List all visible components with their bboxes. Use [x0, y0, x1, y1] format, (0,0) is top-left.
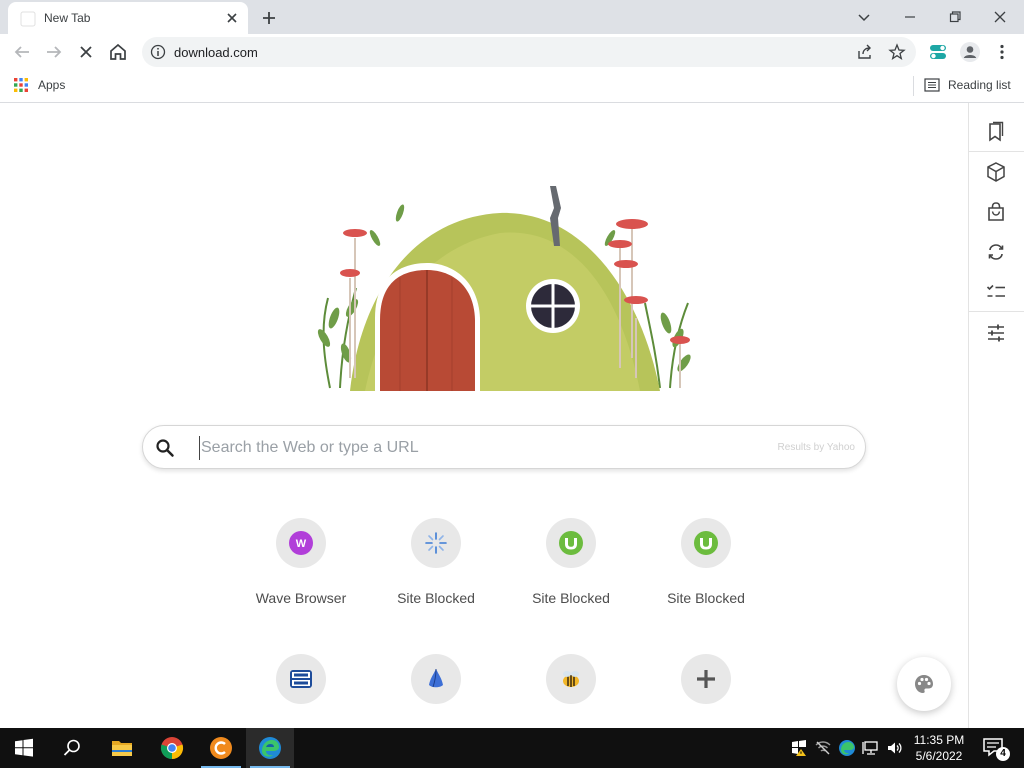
- shortcut-label: Site Blocked: [532, 590, 610, 606]
- start-icon: [15, 738, 33, 757]
- bookmarks-divider: [913, 76, 914, 96]
- extension-icon[interactable]: [926, 40, 950, 64]
- shortcut-icon-circle: [276, 654, 326, 704]
- checklist-icon[interactable]: [985, 281, 1007, 303]
- taskbar-chrome[interactable]: [148, 728, 196, 768]
- tab-new-tab[interactable]: New Tab: [8, 2, 248, 34]
- bookmark-star-icon[interactable]: [888, 43, 906, 61]
- tab-search-icon[interactable]: [852, 5, 876, 29]
- new-tab-button[interactable]: [258, 7, 280, 29]
- shortcut-icon-circle: W: [276, 518, 326, 568]
- defender-warning-icon[interactable]: [790, 739, 808, 757]
- free-mp3-icon: [290, 670, 312, 688]
- hobbit-house-illustration: [317, 186, 691, 391]
- action-center-button[interactable]: 4: [982, 737, 1010, 761]
- taskbar-search-button[interactable]: [48, 728, 96, 768]
- edge-tray-icon[interactable]: [838, 739, 856, 757]
- search-icon: [63, 739, 80, 756]
- chrome-icon: [160, 737, 184, 760]
- ccleaner-icon: [210, 737, 232, 759]
- forward-icon[interactable]: [42, 40, 66, 64]
- clock-date: 5/6/2022: [915, 749, 963, 763]
- shortcut-label: Site Blocked: [397, 590, 475, 606]
- side-panel-divider: [969, 311, 1024, 312]
- shortcut-icon-circle: [411, 518, 461, 568]
- menu-kebab-icon[interactable]: [990, 40, 1014, 64]
- web-search-box: Results by Yahoo: [142, 425, 866, 469]
- add-shortcut-icon: [697, 670, 715, 688]
- taskbar-file-explorer[interactable]: [98, 728, 146, 768]
- shortcut-icon-circle: [411, 654, 461, 704]
- windows-taskbar: 11:35 PM 5/6/2022 4: [0, 728, 1024, 768]
- reading-list-icon[interactable]: [924, 78, 940, 92]
- shortcut-icon-circle: [546, 654, 596, 704]
- bookmarks-bar: Apps Reading list: [0, 70, 1024, 103]
- bookmark-icon[interactable]: [985, 121, 1007, 143]
- tab-title: New Tab: [44, 11, 91, 25]
- reading-list-link[interactable]: Reading list: [948, 78, 1011, 92]
- minimize-icon[interactable]: [898, 5, 922, 29]
- apps-link[interactable]: Apps: [38, 78, 65, 92]
- tab-strip: New Tab: [0, 0, 1024, 34]
- cube-icon[interactable]: [985, 161, 1007, 183]
- svg-text:W: W: [296, 538, 307, 550]
- shortcut-icon-circle: [546, 518, 596, 568]
- new-tab-page: Results by Yahoo W Wave Browser: [0, 103, 968, 728]
- shopping-bag-icon[interactable]: [985, 201, 1007, 223]
- shortcut-icon-circle: [681, 654, 731, 704]
- start-button[interactable]: [0, 728, 48, 768]
- profile-avatar-icon[interactable]: [958, 40, 982, 64]
- site-info-icon[interactable]: [150, 44, 166, 60]
- system-clock[interactable]: 11:35 PM 5/6/2022: [906, 732, 972, 764]
- utorrent-icon: [694, 531, 718, 555]
- tab-favicon-icon: [20, 11, 36, 27]
- browser-toolbar: download.com: [0, 34, 1024, 70]
- shortcut-label: Site Blocked: [667, 590, 745, 606]
- refresh-icon[interactable]: [985, 241, 1007, 263]
- blue-app-icon: [429, 668, 443, 688]
- bee-app-icon: [563, 671, 579, 687]
- taskbar-ccleaner[interactable]: [197, 728, 245, 768]
- notification-count-badge: 4: [996, 747, 1010, 761]
- taskbar-edge[interactable]: [246, 728, 294, 768]
- close-window-icon[interactable]: [988, 5, 1012, 29]
- sliders-icon[interactable]: [985, 322, 1007, 344]
- clock-time: 11:35 PM: [913, 733, 965, 747]
- results-by-text: Results by Yahoo: [777, 442, 855, 453]
- file-explorer-icon: [112, 741, 132, 756]
- restore-icon[interactable]: [943, 5, 967, 29]
- search-input[interactable]: [199, 436, 759, 460]
- shortcut-icon-circle: [681, 518, 731, 568]
- extension-side-panel: [968, 103, 1024, 728]
- search-icon[interactable]: [155, 438, 175, 458]
- stop-loading-icon[interactable]: [74, 40, 98, 64]
- address-bar[interactable]: download.com: [142, 37, 916, 67]
- apps-grid-icon[interactable]: [14, 78, 28, 92]
- back-icon[interactable]: [10, 40, 34, 64]
- home-icon[interactable]: [106, 40, 130, 64]
- palette-icon: [915, 675, 933, 693]
- blocked-site-icon: [425, 532, 447, 554]
- volume-icon[interactable]: [886, 739, 904, 757]
- network-icon[interactable]: [862, 739, 880, 757]
- close-tab-icon[interactable]: [224, 10, 240, 26]
- screen: New Tab download.com Apps Reading list S…: [0, 0, 1024, 768]
- share-icon[interactable]: [856, 43, 874, 61]
- wave-browser-icon: W: [289, 531, 313, 555]
- shortcut-label: Wave Browser: [255, 590, 347, 606]
- url-text: download.com: [174, 45, 258, 60]
- utorrent-icon: [559, 531, 583, 555]
- edge-icon: [259, 737, 281, 759]
- network-disabled-icon[interactable]: [814, 739, 832, 757]
- customize-theme-button[interactable]: [897, 657, 951, 711]
- side-panel-divider: [969, 151, 1024, 152]
